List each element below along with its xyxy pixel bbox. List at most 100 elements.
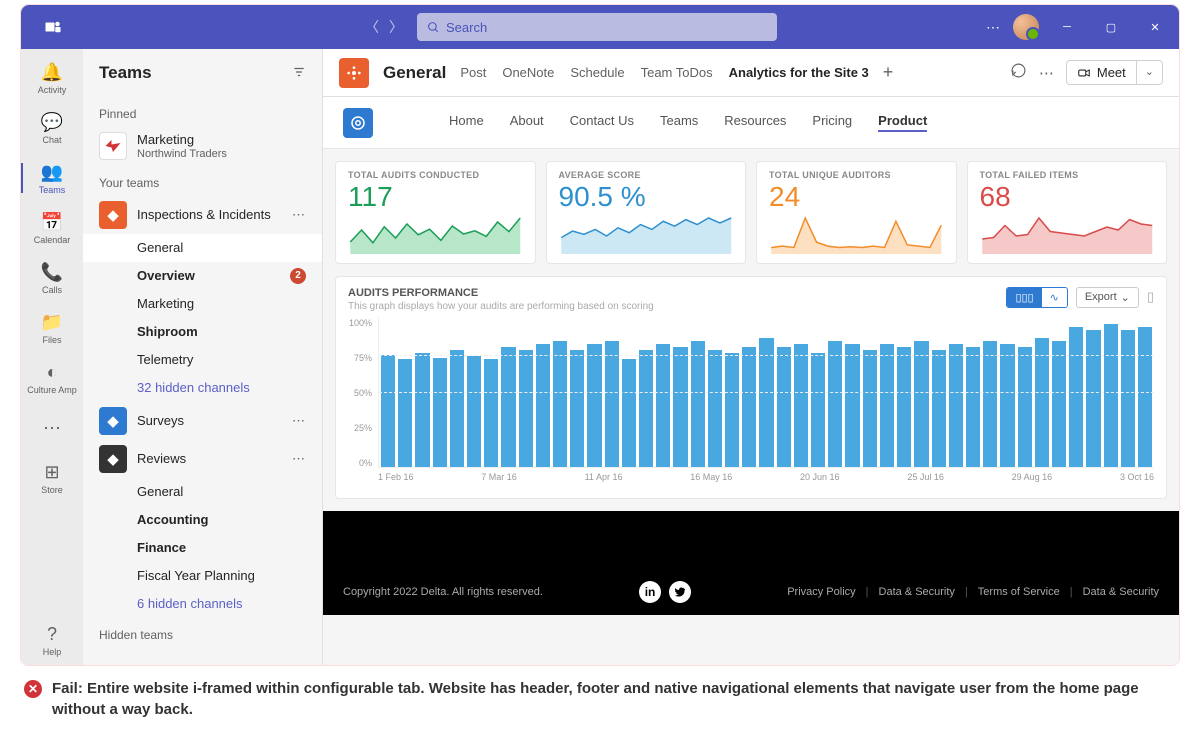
bar-view-icon[interactable]: ▯▯▯ xyxy=(1007,288,1041,307)
meet-caret[interactable]: ⌄ xyxy=(1137,60,1163,85)
bar xyxy=(863,350,877,466)
channel-item[interactable]: 32 hidden channels xyxy=(83,374,322,402)
channel-item[interactable]: Accounting xyxy=(83,506,322,534)
rail-item-activity[interactable]: 🔔Activity xyxy=(21,53,83,103)
rail-item-calendar[interactable]: 📅Calendar xyxy=(21,203,83,253)
channel-item[interactable]: Overview2 xyxy=(83,262,322,290)
team-name: Reviews xyxy=(137,451,186,466)
channel-item[interactable]: Shiproom xyxy=(83,318,322,346)
bar xyxy=(691,341,705,466)
footer-link[interactable]: Terms of Service xyxy=(978,586,1060,598)
team-row[interactable]: ◆Inspections & Incidents⋯ xyxy=(83,196,322,234)
bar xyxy=(880,344,894,466)
linkedin-icon[interactable]: in xyxy=(639,581,661,603)
site-nav-teams[interactable]: Teams xyxy=(660,113,698,132)
tab-onenote[interactable]: OneNote xyxy=(502,65,554,80)
twitter-icon[interactable] xyxy=(669,581,691,603)
audits-performance-chart: AUDITS PERFORMANCE This graph displays h… xyxy=(335,276,1167,499)
rail-label: Calendar xyxy=(34,235,71,245)
rail-item-store[interactable]: ⊞Store xyxy=(21,453,83,503)
bar xyxy=(1104,324,1118,467)
filter-icon[interactable] xyxy=(292,65,306,82)
site-footer: Copyright 2022 Delta. All rights reserve… xyxy=(323,511,1179,615)
stat-card: TOTAL UNIQUE AUDITORS24 xyxy=(756,161,957,264)
title-more-icon[interactable]: ⋯ xyxy=(986,19,1001,36)
rail-label: Calls xyxy=(42,285,62,295)
tab-post[interactable]: Post xyxy=(460,65,486,80)
site-nav-home[interactable]: Home xyxy=(449,113,484,132)
stat-label: TOTAL UNIQUE AUDITORS xyxy=(769,170,944,180)
site-nav-pricing[interactable]: Pricing xyxy=(812,113,852,132)
search-input[interactable]: Search xyxy=(417,13,777,41)
chart-type-toggle[interactable]: ▯▯▯ ∿ xyxy=(1006,287,1067,308)
export-button[interactable]: Export ⌄ xyxy=(1076,287,1139,308)
maximize-button[interactable]: ▢ xyxy=(1095,13,1127,41)
site-nav-contact-us[interactable]: Contact Us xyxy=(570,113,634,132)
site-nav-resources[interactable]: Resources xyxy=(724,113,786,132)
team-row[interactable]: ◆Surveys⋯ xyxy=(83,402,322,440)
rail-item-more[interactable]: ⋯ xyxy=(21,403,83,453)
rail-label: Store xyxy=(41,485,63,495)
sparkline xyxy=(348,214,523,254)
footer-link[interactable]: Data & Security xyxy=(1083,586,1159,598)
bar xyxy=(811,353,825,466)
nav-back-icon[interactable]: 〈 xyxy=(365,17,379,37)
bar xyxy=(1138,327,1152,467)
rail-icon: ◐ xyxy=(47,362,58,383)
channel-item[interactable]: Marketing xyxy=(83,290,322,318)
channel-item[interactable]: General xyxy=(83,478,322,506)
y-tick: 75% xyxy=(348,353,372,363)
site-nav-product[interactable]: Product xyxy=(878,113,927,132)
channel-name: General xyxy=(137,240,183,255)
bar xyxy=(450,350,464,466)
rail-item-files[interactable]: 📁Files xyxy=(21,303,83,353)
stat-card: TOTAL AUDITS CONDUCTED117 xyxy=(335,161,536,264)
bar xyxy=(536,344,550,466)
close-button[interactable]: ✕ xyxy=(1139,13,1171,41)
x-tick: 29 Aug 16 xyxy=(1012,472,1053,482)
tab-schedule[interactable]: Schedule xyxy=(570,65,624,80)
tab-team-todos[interactable]: Team ToDos xyxy=(641,65,713,80)
team-sub: Northwind Traders xyxy=(137,148,227,161)
line-view-icon[interactable]: ∿ xyxy=(1042,288,1067,307)
minimize-button[interactable]: ─ xyxy=(1051,13,1083,41)
footer-link[interactable]: Data & Security xyxy=(879,586,955,598)
nav-forward-icon[interactable]: 〉 xyxy=(389,17,403,37)
team-name: Marketing xyxy=(137,132,227,148)
hidden-teams-label: Hidden teams xyxy=(83,618,322,648)
tab-active[interactable]: Analytics for the Site 3 xyxy=(729,65,869,80)
team-more-icon[interactable]: ⋯ xyxy=(292,207,306,223)
channel-item[interactable]: Finance xyxy=(83,534,322,562)
rail-item-teams[interactable]: 👥Teams xyxy=(21,153,83,203)
more-icon[interactable]: ⋯ xyxy=(1039,64,1054,82)
rail-label: Chat xyxy=(42,135,61,145)
pinned-team[interactable]: Marketing Northwind Traders xyxy=(83,127,322,166)
rail-item-culture-amp[interactable]: ◐Culture Amp xyxy=(21,353,83,403)
channel-item[interactable]: Telemetry xyxy=(83,346,322,374)
chat-icon[interactable] xyxy=(1010,62,1027,83)
bar xyxy=(1052,341,1066,466)
stat-label: TOTAL AUDITS CONDUCTED xyxy=(348,170,523,180)
user-avatar[interactable] xyxy=(1013,14,1039,40)
y-tick: 25% xyxy=(348,423,372,433)
channel-name: Marketing xyxy=(137,296,194,311)
bar xyxy=(1035,338,1049,466)
stat-label: AVERAGE SCORE xyxy=(559,170,734,180)
rail-item-help[interactable]: ?Help xyxy=(21,615,83,665)
add-tab-button[interactable]: + xyxy=(883,62,894,83)
stat-value: 68 xyxy=(980,180,1155,214)
team-more-icon[interactable]: ⋯ xyxy=(292,451,306,467)
team-row[interactable]: ◆Reviews⋯ xyxy=(83,440,322,478)
channel-item[interactable]: 6 hidden channels xyxy=(83,590,322,618)
team-more-icon[interactable]: ⋯ xyxy=(292,413,306,429)
bookmark-icon[interactable]: ▯ xyxy=(1147,289,1154,305)
x-tick: 11 Apr 16 xyxy=(585,472,623,482)
rail-item-calls[interactable]: 📞Calls xyxy=(21,253,83,303)
footer-link[interactable]: Privacy Policy xyxy=(787,586,855,598)
bar xyxy=(1086,330,1100,467)
channel-item[interactable]: General xyxy=(83,234,322,262)
site-nav-about[interactable]: About xyxy=(510,113,544,132)
meet-button[interactable]: Meet xyxy=(1066,60,1137,85)
rail-item-chat[interactable]: 💬Chat xyxy=(21,103,83,153)
channel-item[interactable]: Fiscal Year Planning xyxy=(83,562,322,590)
